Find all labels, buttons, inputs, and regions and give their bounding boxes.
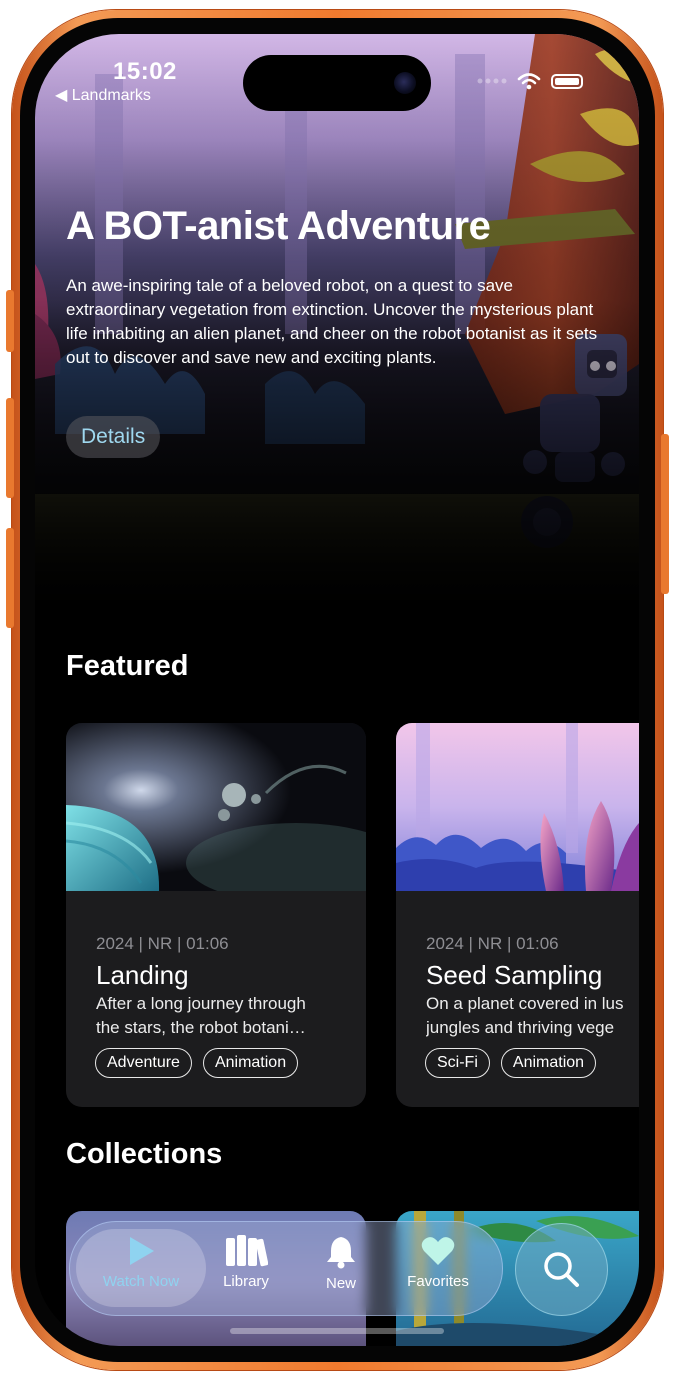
card-tags: Sci-Fi Animation: [425, 1048, 597, 1078]
tag-adventure[interactable]: Adventure: [95, 1048, 192, 1078]
card-description-line: On a planet covered in lus: [426, 994, 624, 1013]
dynamic-island: [243, 55, 431, 111]
hero-description: An awe-inspiring tale of a beloved robot…: [66, 276, 598, 367]
card-description-line: After a long journey through: [96, 994, 306, 1013]
featured-card-seed-sampling[interactable]: 2024 | NR | 01:06 Seed Sampling On a pla…: [396, 723, 639, 1107]
space-landing-artwork: [66, 723, 366, 903]
details-button[interactable]: Details: [66, 416, 161, 458]
tab-bar: Watch Now Library New Favorites: [69, 1221, 503, 1316]
hero-title: A BOT-anist Adventure: [66, 204, 491, 248]
tag-animation[interactable]: Animation: [202, 1048, 299, 1078]
card-thumbnail: [66, 723, 366, 903]
books-icon: [226, 1235, 268, 1267]
cellular-dots-icon: [477, 78, 507, 84]
action-button: [6, 290, 14, 352]
card-tags: Adventure Animation: [95, 1048, 299, 1078]
back-to-landmarks-link[interactable]: ◀ Landmarks: [55, 85, 151, 105]
home-indicator[interactable]: [230, 1328, 444, 1334]
tag-sci-fi[interactable]: Sci-Fi: [425, 1048, 490, 1078]
status-indicators: [477, 72, 583, 90]
featured-card-landing[interactable]: 2024 | NR | 01:06 Landing After a long j…: [66, 723, 366, 1107]
tab-label: New: [325, 1275, 356, 1292]
tab-watch-now[interactable]: Watch Now: [76, 1235, 206, 1290]
bell-icon: [327, 1237, 355, 1269]
search-icon: [544, 1252, 579, 1287]
screen: 15:02 ◀ Landmarks A BOT-anist Adventure …: [35, 34, 639, 1346]
search-button[interactable]: [515, 1223, 608, 1316]
tab-label: Watch Now: [102, 1273, 180, 1290]
card-description: On a planet covered in lus jungles and t…: [426, 992, 639, 1040]
jungle-artwork: [396, 723, 639, 891]
wifi-icon: [517, 73, 541, 90]
card-meta: 2024 | NR | 01:06: [426, 934, 559, 953]
card-thumbnail: [396, 723, 639, 891]
play-icon: [130, 1237, 154, 1265]
volume-down-button: [6, 528, 14, 628]
status-time: 15:02: [113, 58, 177, 85]
front-camera-icon: [394, 72, 416, 94]
tab-library[interactable]: Library: [216, 1235, 276, 1290]
battery-icon: [551, 73, 583, 89]
featured-section-title: Featured: [66, 650, 189, 682]
card-title: Landing: [96, 960, 189, 990]
tab-favorites[interactable]: Favorites: [398, 1235, 478, 1290]
tab-label: Favorites: [407, 1273, 469, 1290]
collections-section-title: Collections: [66, 1138, 223, 1170]
card-meta: 2024 | NR | 01:06: [96, 934, 229, 953]
card-title: Seed Sampling: [426, 960, 603, 990]
card-description-line: the stars, the robot botani…: [96, 1018, 306, 1037]
power-button: [661, 434, 669, 594]
heart-icon: [421, 1237, 455, 1265]
tab-new[interactable]: New: [316, 1235, 366, 1292]
card-description-line: jungles and thriving vege: [426, 1018, 615, 1037]
tag-animation[interactable]: Animation: [500, 1048, 597, 1078]
tab-label: Library: [223, 1273, 269, 1290]
card-description: After a long journey through the stars, …: [96, 992, 344, 1040]
volume-up-button: [6, 398, 14, 498]
